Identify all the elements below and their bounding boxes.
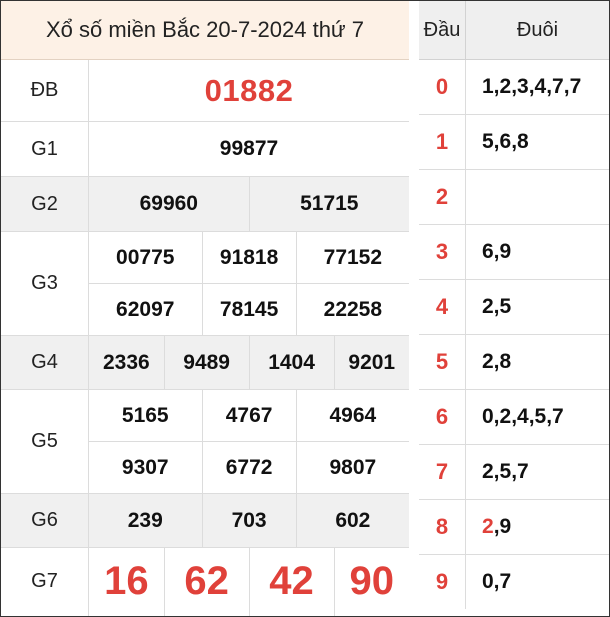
special-prize-number: 01882 xyxy=(88,59,409,122)
tail-digits: 0,2,4,5,7 xyxy=(465,389,609,445)
prize-row-g1: G1 99877 xyxy=(1,121,409,177)
tail-digits xyxy=(465,169,609,225)
tail-digits: 1,2,3,4,7,7 xyxy=(465,59,609,115)
tail-digits: 2,5,7 xyxy=(465,444,609,500)
g4-number: 2336 xyxy=(88,335,165,390)
results-table: Xổ số miền Bắc 20-7-2024 thứ 7 ĐB 01882 … xyxy=(1,1,409,616)
prize-label-g7: G7 xyxy=(1,547,89,616)
prize-label-g6: G6 xyxy=(1,493,89,548)
head-digit: 8 xyxy=(419,499,466,555)
tail-digits: 2,8 xyxy=(465,334,609,390)
tail-digits: 2,9 xyxy=(465,499,609,555)
head-digit: 9 xyxy=(419,554,466,609)
prize-label-db: ĐB xyxy=(1,59,89,122)
page-title: Xổ số miền Bắc 20-7-2024 thứ 7 xyxy=(1,1,409,60)
g6-number: 602 xyxy=(296,493,409,548)
g3-number: 62097 xyxy=(88,283,203,336)
g3-number: 00775 xyxy=(88,231,203,284)
tail-digits: 6,9 xyxy=(465,224,609,280)
loto-row: 3 6,9 xyxy=(419,224,609,280)
loto-row: 5 2,8 xyxy=(419,334,609,390)
g3-number: 77152 xyxy=(296,231,409,284)
g3-number: 78145 xyxy=(202,283,297,336)
loto-row: 4 2,5 xyxy=(419,279,609,335)
head-digit: 3 xyxy=(419,224,466,280)
prize-row-g5: G5 5165 4767 4964 xyxy=(1,389,409,494)
prize-row-g4: G4 2336 9489 1404 9201 xyxy=(1,335,409,390)
prize-row-g7: G7 16 62 42 90 xyxy=(1,547,409,616)
lottery-results-frame: Xổ số miền Bắc 20-7-2024 thứ 7 ĐB 01882 … xyxy=(0,0,610,617)
head-digit: 7 xyxy=(419,444,466,500)
tail-digit-highlight: 2 xyxy=(482,515,494,538)
g6-number: 239 xyxy=(88,493,203,548)
prize-label-g4: G4 xyxy=(1,335,89,390)
head-tail-header: Đầu Đuôi xyxy=(419,1,609,60)
g7-number: 42 xyxy=(249,547,335,616)
loto-row: 7 2,5,7 xyxy=(419,444,609,500)
g7-number: 62 xyxy=(164,547,250,616)
g6-number: 703 xyxy=(202,493,297,548)
prize-row-g2: G2 69960 51715 xyxy=(1,176,409,232)
g5-number: 9307 xyxy=(88,441,203,494)
g4-number: 9201 xyxy=(334,335,409,390)
loto-row: 2 xyxy=(419,169,609,225)
loto-row: 1 5,6,8 xyxy=(419,114,609,170)
head-digit: 6 xyxy=(419,389,466,445)
head-digit: 2 xyxy=(419,169,466,225)
g3-number: 22258 xyxy=(296,283,409,336)
head-column-header: Đầu xyxy=(419,1,466,60)
prize-row-g6: G6 239 703 602 xyxy=(1,493,409,548)
loto-row: 0 1,2,3,4,7,7 xyxy=(419,59,609,115)
g7-number: 90 xyxy=(349,559,395,604)
g1-number: 99877 xyxy=(88,121,409,177)
head-digit: 4 xyxy=(419,279,466,335)
loto-row: 8 2,9 xyxy=(419,499,609,555)
head-digit: 0 xyxy=(419,59,466,115)
head-digit: 1 xyxy=(419,114,466,170)
prize-label-g5: G5 xyxy=(1,389,89,494)
head-digit: 5 xyxy=(419,334,466,390)
g5-number: 9807 xyxy=(296,441,409,494)
tail-column-header: Đuôi xyxy=(465,1,609,60)
g7-number: 16 xyxy=(88,547,165,616)
prize-label-g1: G1 xyxy=(1,121,89,177)
tail-digits: 2,5 xyxy=(465,279,609,335)
g5-number: 5165 xyxy=(88,389,203,442)
g2-number: 69960 xyxy=(88,176,250,232)
tail-digits: 5,6,8 xyxy=(465,114,609,170)
g5-number: 4964 xyxy=(296,389,409,442)
prize-row-db: ĐB 01882 xyxy=(1,59,409,122)
title-row: Xổ số miền Bắc 20-7-2024 thứ 7 xyxy=(1,1,409,60)
loto-row: 9 0,7 xyxy=(419,554,609,609)
g2-number: 51715 xyxy=(249,176,409,232)
g4-number: 9489 xyxy=(164,335,250,390)
prize-row-g3: G3 00775 91818 77152 xyxy=(1,231,409,336)
head-tail-table: Đầu Đuôi 0 1,2,3,4,7,7 1 5,6,8 2 3 6,9 4… xyxy=(419,1,609,609)
g3-number: 91818 xyxy=(202,231,297,284)
tail-digits-rest: ,9 xyxy=(493,515,512,538)
g4-number: 1404 xyxy=(249,335,335,390)
prize-label-g3: G3 xyxy=(1,231,89,336)
tail-digits: 0,7 xyxy=(482,570,512,593)
g5-number: 4767 xyxy=(202,389,297,442)
g5-number: 6772 xyxy=(202,441,297,494)
loto-row: 6 0,2,4,5,7 xyxy=(419,389,609,445)
prize-label-g2: G2 xyxy=(1,176,89,232)
